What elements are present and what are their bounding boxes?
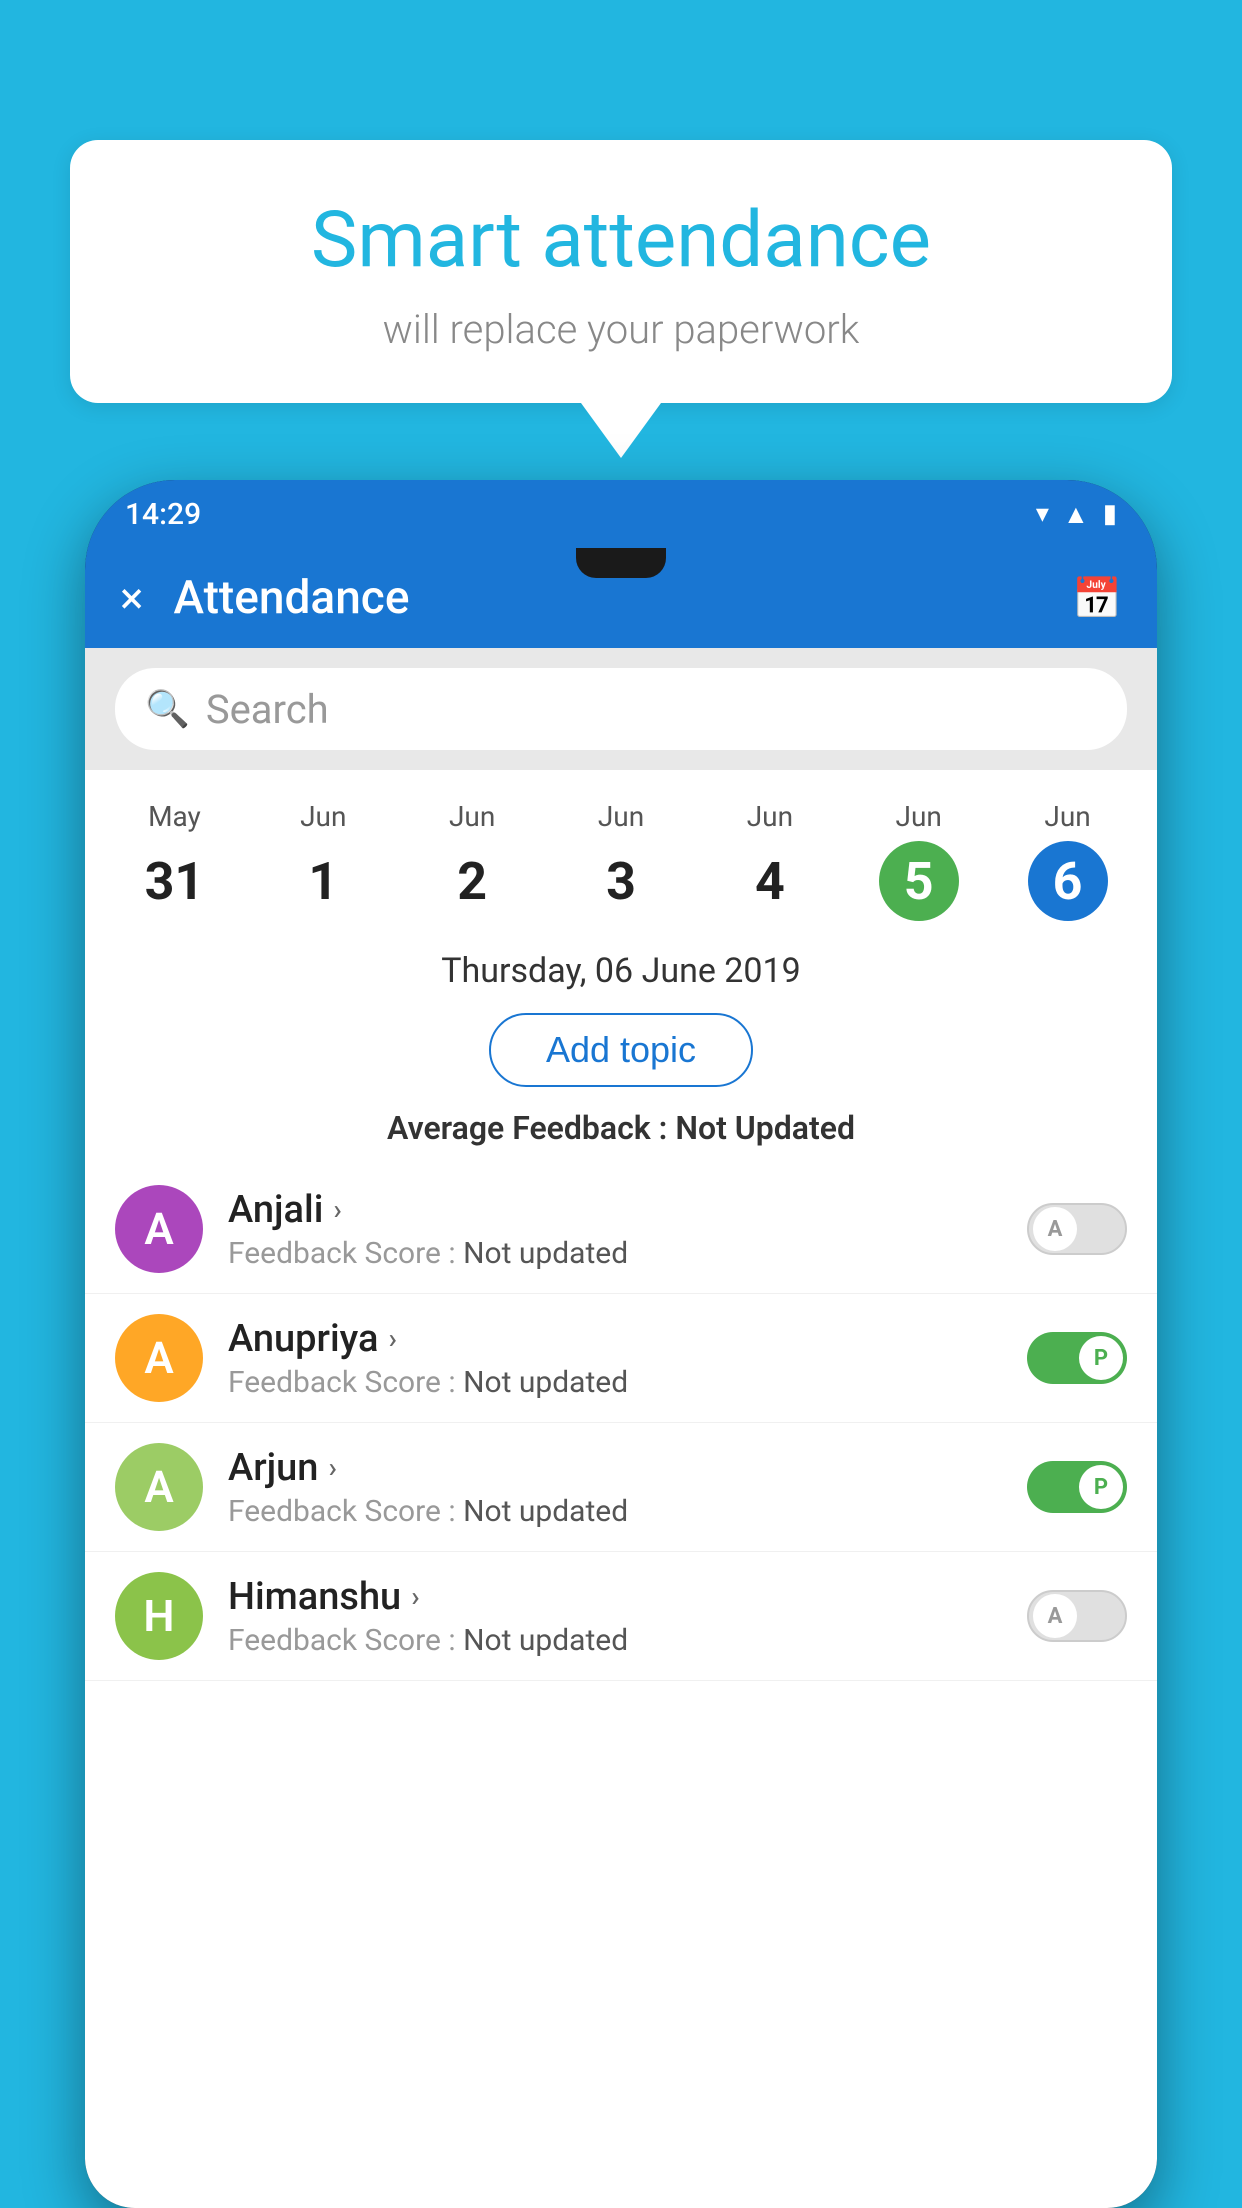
student-item[interactable]: A Anupriya › Feedback Score : Not updated P — [85, 1294, 1157, 1423]
student-item[interactable]: A Arjun › Feedback Score : Not updated P — [85, 1423, 1157, 1552]
attendance-toggle[interactable]: P — [1027, 1332, 1127, 1384]
app-content: 🔍 Search May 31 Jun 1 Jun 2 Jun 3 Jun 4 Jun 5 Jun 6 T… — [85, 648, 1157, 2208]
chevron-icon: › — [388, 1322, 396, 1355]
calendar-date: 3 — [581, 841, 661, 921]
calendar-day[interactable]: Jun 3 — [547, 790, 696, 931]
attendance-toggle[interactable]: A — [1027, 1203, 1127, 1255]
calendar-month: Jun — [849, 800, 988, 833]
calendar-date: 1 — [283, 841, 363, 921]
feedback-value: Not updated — [463, 1365, 628, 1400]
calendar-day[interactable]: Jun 2 — [398, 790, 547, 931]
speech-bubble-title: Smart attendance — [130, 195, 1112, 286]
avg-feedback-label: Average Feedback : — [387, 1109, 675, 1147]
add-topic-button[interactable]: Add topic — [489, 1013, 753, 1087]
search-placeholder: Search — [206, 686, 329, 733]
chevron-icon: › — [328, 1451, 336, 1484]
calendar-date: 31 — [134, 841, 214, 921]
calendar-month: May — [105, 800, 244, 833]
toggle-knob: A — [1033, 1594, 1077, 1638]
calendar-date: 5 — [879, 841, 959, 921]
selected-date-label: Thursday, 06 June 2019 — [85, 931, 1157, 1001]
student-info: Anupriya › Feedback Score : Not updated — [228, 1317, 1027, 1400]
student-name: Anjali › — [228, 1188, 1027, 1232]
toggle-knob: A — [1033, 1207, 1077, 1251]
calendar-date: 2 — [432, 841, 512, 921]
calendar-month: Jun — [254, 800, 393, 833]
speech-bubble-arrow — [581, 403, 661, 458]
search-icon: 🔍 — [145, 688, 190, 730]
student-feedback: Feedback Score : Not updated — [228, 1365, 1027, 1400]
wifi-icon: ▾ — [1036, 499, 1049, 529]
calendar-month: Jun — [998, 800, 1137, 833]
avg-feedback-value: Not Updated — [675, 1109, 855, 1147]
student-info: Arjun › Feedback Score : Not updated — [228, 1446, 1027, 1529]
status-bar: 14:29 ▾ ▲ ▮ — [85, 480, 1157, 548]
student-avatar: H — [115, 1572, 203, 1660]
student-info: Anjali › Feedback Score : Not updated — [228, 1188, 1027, 1271]
close-button[interactable]: × — [120, 572, 143, 624]
student-feedback: Feedback Score : Not updated — [228, 1494, 1027, 1529]
calendar-month: Jun — [700, 800, 839, 833]
speech-bubble: Smart attendance will replace your paper… — [70, 140, 1172, 403]
calendar-day[interactable]: Jun 4 — [695, 790, 844, 931]
attendance-toggle[interactable]: P — [1027, 1461, 1127, 1513]
student-info: Himanshu › Feedback Score : Not updated — [228, 1575, 1027, 1658]
speech-bubble-subtitle: will replace your paperwork — [130, 306, 1112, 353]
student-feedback: Feedback Score : Not updated — [228, 1236, 1027, 1271]
speech-bubble-container: Smart attendance will replace your paper… — [70, 140, 1172, 458]
status-icons: ▾ ▲ ▮ — [1036, 499, 1117, 530]
calendar-day[interactable]: Jun 1 — [249, 790, 398, 931]
toggle-knob: P — [1079, 1336, 1123, 1380]
calendar-date: 4 — [730, 841, 810, 921]
phone-frame: 14:29 ▾ ▲ ▮ × Attendance 📅 🔍 Search — [85, 480, 1157, 2208]
student-name: Arjun › — [228, 1446, 1027, 1490]
feedback-value: Not updated — [463, 1623, 628, 1658]
student-name: Anupriya › — [228, 1317, 1027, 1361]
chevron-icon: › — [411, 1580, 419, 1613]
calendar-date: 6 — [1028, 841, 1108, 921]
app-bar-title: Attendance — [173, 571, 1072, 625]
calendar-day[interactable]: May 31 — [100, 790, 249, 931]
battery-icon: ▮ — [1103, 499, 1117, 529]
signal-icon: ▲ — [1063, 499, 1089, 530]
student-name: Himanshu › — [228, 1575, 1027, 1619]
status-time: 14:29 — [125, 497, 201, 532]
calendar-day[interactable]: Jun 5 — [844, 790, 993, 931]
student-feedback: Feedback Score : Not updated — [228, 1623, 1027, 1658]
calendar-day[interactable]: Jun 6 — [993, 790, 1142, 931]
student-avatar: A — [115, 1443, 203, 1531]
calendar-month: Jun — [403, 800, 542, 833]
feedback-value: Not updated — [463, 1494, 628, 1529]
toggle-knob: P — [1079, 1465, 1123, 1509]
attendance-toggle[interactable]: A — [1027, 1590, 1127, 1642]
student-avatar: A — [115, 1185, 203, 1273]
student-avatar: A — [115, 1314, 203, 1402]
student-item[interactable]: H Himanshu › Feedback Score : Not updatedA — [85, 1552, 1157, 1681]
calendar-row: May 31 Jun 1 Jun 2 Jun 3 Jun 4 Jun 5 Jun 6 — [85, 770, 1157, 931]
average-feedback: Average Feedback : Not Updated — [85, 1099, 1157, 1165]
calendar-icon[interactable]: 📅 — [1072, 575, 1122, 622]
student-item[interactable]: AAnjali ›Feedback Score : Not updatedA — [85, 1165, 1157, 1294]
student-list: AAnjali ›Feedback Score : Not updatedAAA… — [85, 1165, 1157, 1681]
search-bar[interactable]: 🔍 Search — [115, 668, 1127, 750]
search-bar-container: 🔍 Search — [85, 648, 1157, 770]
notch — [576, 548, 666, 578]
feedback-value: Not updated — [463, 1236, 628, 1271]
chevron-icon: › — [333, 1193, 341, 1226]
phone-inner: 14:29 ▾ ▲ ▮ × Attendance 📅 🔍 Search — [85, 480, 1157, 2208]
calendar-month: Jun — [552, 800, 691, 833]
